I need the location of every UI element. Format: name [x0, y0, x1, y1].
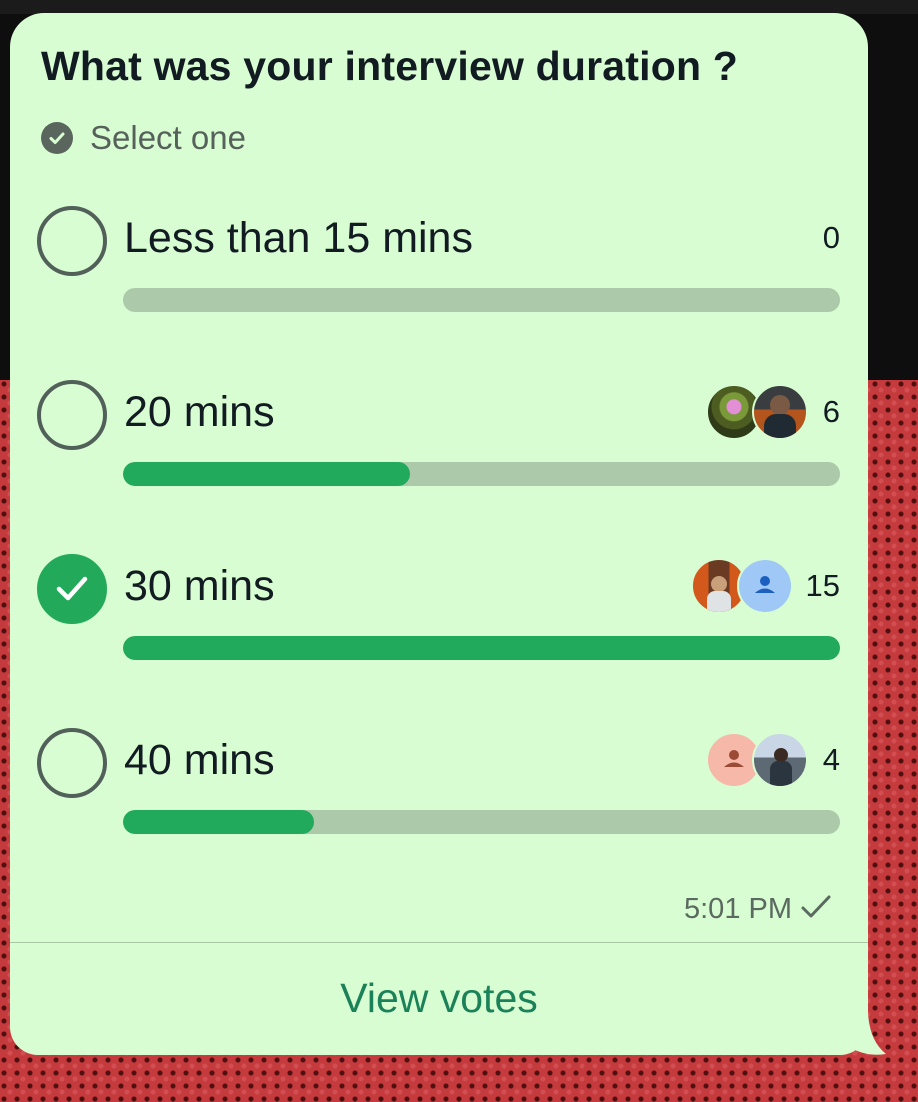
voter-avatars[interactable] [691, 558, 793, 614]
bubble-tail [840, 1000, 886, 1055]
message-time: 5:01 PM [684, 893, 792, 925]
poll-option-less-than-15[interactable]: Less than 15 mins 0 [10, 206, 868, 356]
option-radio[interactable] [37, 728, 107, 798]
sent-check-icon [800, 893, 832, 926]
option-label: 20 mins [124, 388, 275, 436]
select-hint-text: Select one [90, 119, 246, 156]
option-progress-fill [123, 636, 840, 660]
option-progress-track [123, 636, 840, 660]
view-votes-button[interactable]: View votes [10, 942, 868, 1055]
option-vote-count: 0 [822, 220, 840, 255]
option-radio[interactable] [37, 206, 107, 276]
select-hint-row: Select one [41, 119, 246, 157]
option-radio[interactable] [37, 380, 107, 450]
default-avatar [737, 558, 793, 614]
poll-option-40-mins[interactable]: 40 mins 4 [10, 728, 868, 878]
option-vote-count: 6 [822, 394, 840, 429]
avatar [752, 732, 808, 788]
poll-message-bubble: What was your interview duration ? Selec… [10, 13, 868, 1055]
option-progress-track [123, 810, 840, 834]
option-progress-track [123, 288, 840, 312]
poll-option-30-mins[interactable]: 30 mins 15 [10, 554, 868, 704]
message-meta: 5:01 PM [684, 893, 832, 926]
avatar [752, 384, 808, 440]
poll-option-20-mins[interactable]: 20 mins 6 [10, 380, 868, 530]
voter-avatars[interactable] [706, 384, 808, 440]
option-vote-count: 4 [822, 742, 840, 777]
option-label: Less than 15 mins [124, 214, 473, 262]
option-progress-track [123, 462, 840, 486]
option-label: 40 mins [124, 736, 275, 784]
poll-question: What was your interview duration ? [41, 43, 739, 89]
option-radio-selected[interactable] [37, 554, 107, 624]
voter-avatars[interactable] [706, 732, 808, 788]
option-progress-fill [123, 810, 315, 834]
check-circle-icon [41, 122, 73, 154]
checkmark-icon [56, 576, 88, 601]
option-label: 30 mins [124, 562, 275, 610]
option-progress-fill [123, 462, 410, 486]
option-vote-count: 15 [805, 568, 840, 603]
person-icon [755, 576, 775, 593]
previous-message-edge [0, 0, 918, 14]
